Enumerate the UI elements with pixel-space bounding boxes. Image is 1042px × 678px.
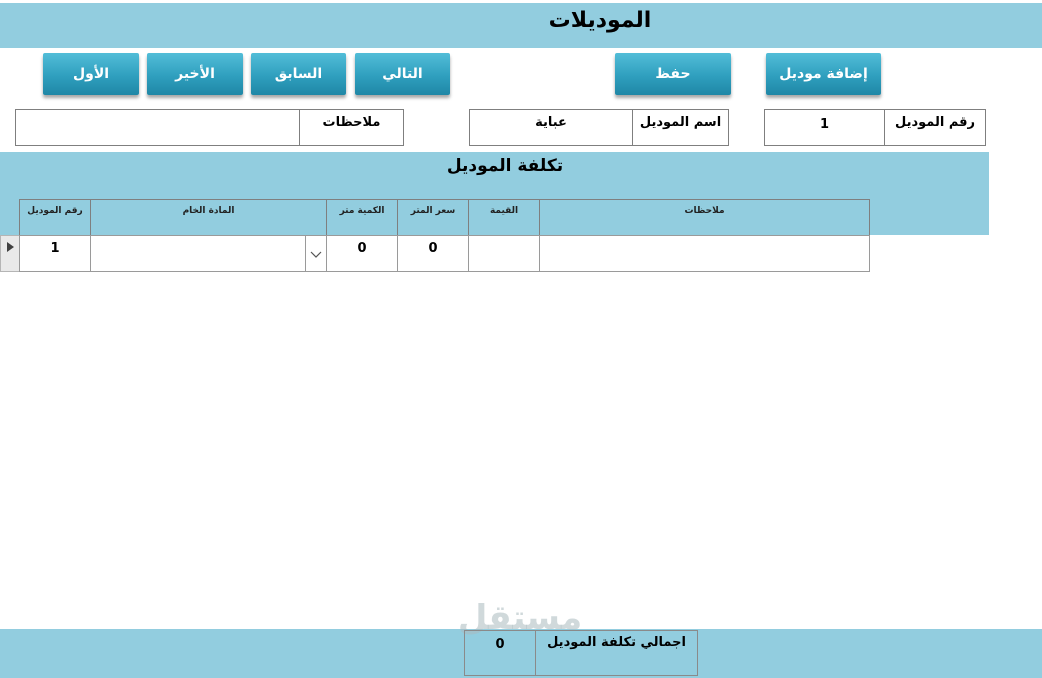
notes-label: ملاحظات <box>299 109 404 146</box>
form-title: الموديلات <box>548 8 652 33</box>
col-header-value: القيمة <box>468 199 540 236</box>
model-name-label: اسم الموديل <box>632 109 729 146</box>
col-header-model-number: رقم الموديل <box>19 199 91 236</box>
cell-notes[interactable] <box>539 235 870 272</box>
record-pointer-icon <box>7 242 14 252</box>
previous-button[interactable]: السابق <box>251 53 346 95</box>
total-cost-label: اجمالي تكلفة الموديل <box>535 630 698 676</box>
cell-quantity[interactable]: 0 <box>326 235 398 272</box>
model-name-field[interactable]: عباية <box>469 109 633 146</box>
first-button[interactable]: الأول <box>43 53 139 95</box>
table-row: 1 0 0 <box>0 235 870 272</box>
cell-price[interactable]: 0 <box>397 235 469 272</box>
col-header-price: سعر المتر <box>397 199 469 236</box>
col-header-raw-material: المادة الخام <box>90 199 327 236</box>
record-selector[interactable] <box>0 235 20 272</box>
raw-material-select[interactable] <box>90 235 327 272</box>
cost-section-title: تكلفة الموديل <box>446 156 564 176</box>
add-model-button[interactable]: إضافة موديل <box>766 53 881 95</box>
total-cost-field[interactable]: 0 <box>464 630 536 676</box>
last-button[interactable]: الأخير <box>147 53 243 95</box>
dropdown-button[interactable] <box>305 236 326 271</box>
col-header-notes: ملاحظات <box>539 199 870 236</box>
model-number-field[interactable]: 1 <box>764 109 885 146</box>
notes-field[interactable] <box>15 109 300 146</box>
col-header-quantity: الكمية متر <box>326 199 398 236</box>
model-number-label: رقم الموديل <box>884 109 986 146</box>
cell-model-number[interactable]: 1 <box>19 235 91 272</box>
save-button[interactable]: حفظ <box>615 53 731 95</box>
cell-value[interactable] <box>468 235 540 272</box>
chevron-down-icon <box>310 251 322 258</box>
next-button[interactable]: التالي <box>355 53 450 95</box>
